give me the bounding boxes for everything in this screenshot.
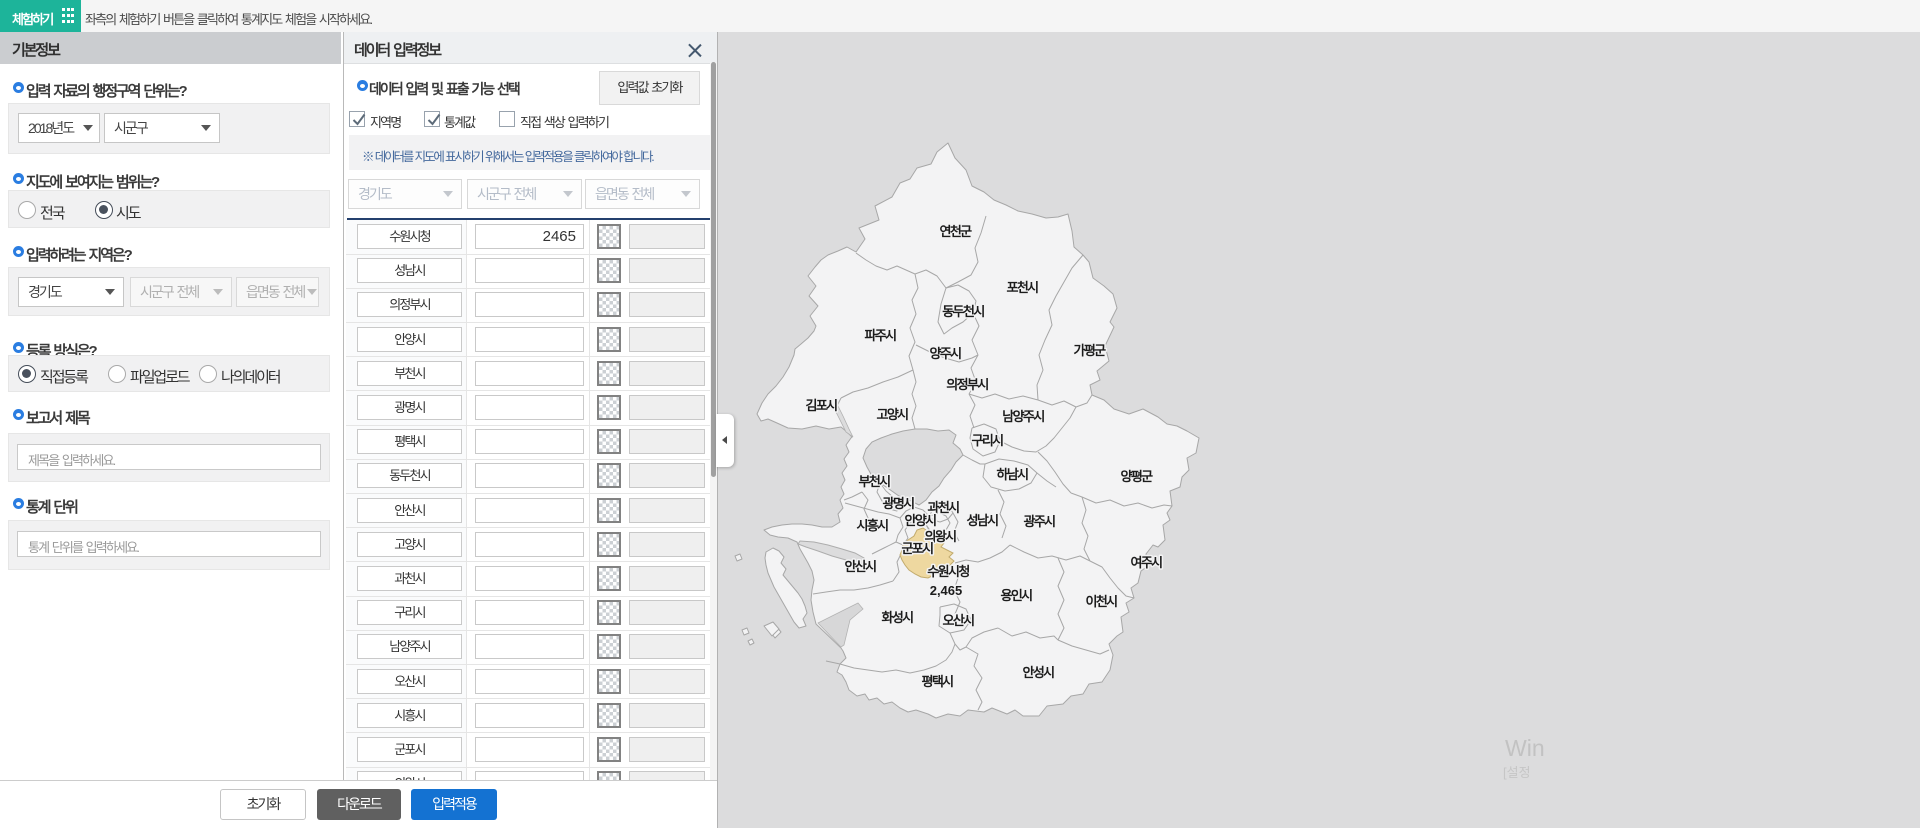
svg-text:부천시: 부천시	[858, 474, 890, 489]
svg-text:구리시: 구리시	[971, 433, 1003, 448]
svg-text:의정부시: 의정부시	[946, 377, 988, 392]
svg-text:연천군: 연천군	[939, 224, 972, 239]
svg-text:가평군: 가평군	[1073, 343, 1106, 358]
svg-text:평택시: 평택시	[921, 674, 953, 689]
svg-text:이천시: 이천시	[1085, 594, 1117, 609]
svg-text:용인시: 용인시	[1000, 588, 1032, 603]
svg-text:하남시: 하남시	[996, 467, 1028, 482]
svg-text:김포시: 김포시	[805, 398, 837, 413]
svg-text:여주시: 여주시	[1130, 555, 1162, 570]
svg-text:포천시: 포천시	[1006, 280, 1038, 295]
svg-text:양주시: 양주시	[929, 346, 961, 361]
svg-text:고양시: 고양시	[876, 407, 908, 422]
svg-text:오산시: 오산시	[942, 613, 974, 628]
svg-text:양평군: 양평군	[1120, 469, 1153, 484]
svg-text:파주시: 파주시	[864, 328, 896, 343]
svg-text:안성시: 안성시	[1022, 665, 1054, 680]
svg-text:동두천시: 동두천시	[942, 304, 984, 319]
svg-text:화성시: 화성시	[881, 610, 913, 625]
svg-text:안양시: 안양시	[904, 513, 936, 528]
svg-text:광명시: 광명시	[882, 496, 914, 511]
svg-text:2,465: 2,465	[930, 583, 963, 598]
svg-text:남양주시: 남양주시	[1002, 409, 1044, 424]
svg-text:군포시: 군포시	[901, 541, 933, 556]
svg-text:광주시: 광주시	[1023, 514, 1055, 529]
svg-text:수원시청: 수원시청	[927, 564, 969, 579]
svg-text:시흥시: 시흥시	[856, 518, 888, 533]
svg-text:안산시: 안산시	[844, 559, 876, 574]
svg-text:성남시: 성남시	[966, 513, 998, 528]
